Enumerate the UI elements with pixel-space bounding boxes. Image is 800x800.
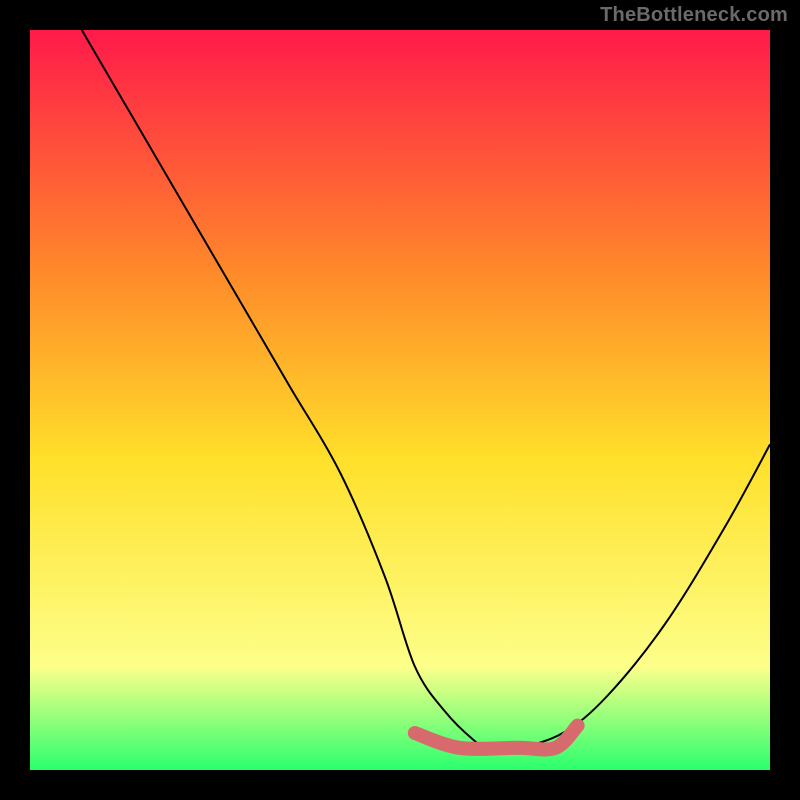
chart-svg <box>30 30 770 770</box>
watermark-text: TheBottleneck.com <box>600 4 788 27</box>
gradient-bg <box>30 30 770 770</box>
plot-area <box>30 30 770 770</box>
chart-frame: TheBottleneck.com <box>0 0 800 800</box>
